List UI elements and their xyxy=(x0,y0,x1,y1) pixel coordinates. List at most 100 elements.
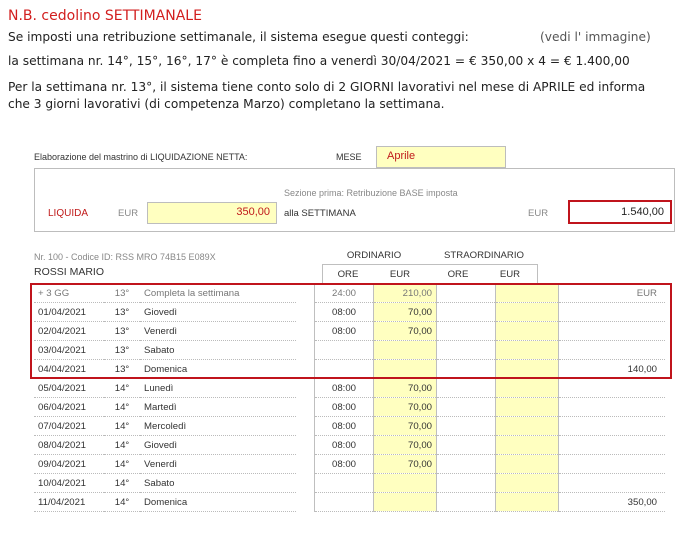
cell-eur[interactable]: 70,00 xyxy=(373,397,437,417)
cell-eur[interactable]: 70,00 xyxy=(373,416,437,436)
cell-tot xyxy=(558,473,665,493)
cell-spacer xyxy=(296,379,315,398)
cell-week: 14° xyxy=(104,435,140,455)
cell-spacer xyxy=(296,493,315,512)
cell-date: 07/04/2021 xyxy=(34,416,104,436)
note-line-1: Se imposti una retribuzione settimanale,… xyxy=(8,30,469,44)
cell-ore[interactable] xyxy=(314,492,374,512)
month-field[interactable]: Aprile xyxy=(376,146,506,168)
cell-ore[interactable]: 08:00 xyxy=(314,378,374,398)
eur-label: EUR xyxy=(118,208,139,219)
cell-date: 05/04/2021 xyxy=(34,378,104,398)
overtime-hours-header: ORE xyxy=(447,269,469,280)
cell-week: 14° xyxy=(104,416,140,436)
cell-spacer xyxy=(296,417,315,436)
cell-ore[interactable] xyxy=(314,473,374,493)
total-amount: 1.540,00 xyxy=(621,206,664,218)
cell-eur[interactable]: 70,00 xyxy=(373,435,437,455)
cell-sore[interactable] xyxy=(436,378,496,398)
cell-sore[interactable] xyxy=(436,416,496,436)
cell-sore[interactable] xyxy=(436,397,496,417)
cell-date: 10/04/2021 xyxy=(34,473,104,493)
table-row: 11/04/2021 14° Domenica 350,00 xyxy=(34,492,665,512)
week-13-highlight xyxy=(30,283,672,379)
note-line-3: Per la settimana nr. 13°, il sistema tie… xyxy=(8,80,646,94)
cell-eur[interactable] xyxy=(373,492,437,512)
cell-spacer xyxy=(296,455,315,474)
employee-name: ROSSI MARIO xyxy=(34,266,105,278)
cell-sore[interactable] xyxy=(436,435,496,455)
cell-eur[interactable]: 70,00 xyxy=(373,454,437,474)
base-amount: 350,00 xyxy=(236,206,270,218)
cell-week: 14° xyxy=(104,492,140,512)
cell-ore[interactable]: 08:00 xyxy=(314,454,374,474)
cell-week: 14° xyxy=(104,454,140,474)
section-label: Sezione prima: Retribuzione BASE imposta xyxy=(284,188,458,198)
cell-day: Sabato xyxy=(140,473,296,493)
month-value: Aprile xyxy=(387,150,416,162)
cell-tot xyxy=(558,454,665,474)
liquidation-panel: Elaborazione del mastrino di LIQUIDAZION… xyxy=(30,146,675,538)
see-image-link: (vedi l' immagine) xyxy=(540,30,651,44)
cell-seur[interactable] xyxy=(495,435,559,455)
ordinary-header: ORDINARIO xyxy=(346,250,402,261)
table-row: 07/04/2021 14° Mercoledì 08:00 70,00 xyxy=(34,416,665,436)
eur-header: EUR xyxy=(389,269,411,280)
note-title: N.B. cedolino SETTIMANALE xyxy=(8,8,202,24)
cell-sore[interactable] xyxy=(436,454,496,474)
cell-date: 11/04/2021 xyxy=(34,492,104,512)
cell-day: Lunedì xyxy=(140,378,296,398)
cell-day: Giovedì xyxy=(140,435,296,455)
cell-spacer xyxy=(296,474,315,493)
cell-tot xyxy=(558,378,665,398)
eur-label-2: EUR xyxy=(528,208,549,219)
table-row: 09/04/2021 14° Venerdì 08:00 70,00 xyxy=(34,454,665,474)
table-row: 05/04/2021 14° Lunedì 08:00 70,00 xyxy=(34,378,665,398)
table-row: 06/04/2021 14° Martedì 08:00 70,00 xyxy=(34,397,665,417)
cell-day: Venerdì xyxy=(140,454,296,474)
cell-tot xyxy=(558,397,665,417)
cell-day: Mercoledì xyxy=(140,416,296,436)
employee-code: Nr. 100 - Codice ID: RSS MRO 74B15 E089X xyxy=(34,252,216,262)
table-row: 08/04/2021 14° Giovedì 08:00 70,00 xyxy=(34,435,665,455)
cell-tot xyxy=(558,435,665,455)
cell-ore[interactable]: 08:00 xyxy=(314,416,374,436)
overtime-header: STRAORDINARIO xyxy=(444,250,524,261)
cell-ore[interactable]: 08:00 xyxy=(314,397,374,417)
note-line-4: che 3 giorni lavorativi (di competenza M… xyxy=(8,97,445,111)
liquida-label: LIQUIDA xyxy=(48,208,89,219)
cell-week: 14° xyxy=(104,397,140,417)
cell-seur[interactable] xyxy=(495,416,559,436)
cell-spacer xyxy=(296,436,315,455)
total-amount-highlight: 1.540,00 xyxy=(568,200,672,224)
cell-day: Martedì xyxy=(140,397,296,417)
cell-day: Domenica xyxy=(140,492,296,512)
cell-seur[interactable] xyxy=(495,473,559,493)
sub-header-box: ORE EUR ORE EUR xyxy=(322,264,538,283)
cell-tot xyxy=(558,416,665,436)
month-label: MESE xyxy=(336,152,362,162)
cell-seur[interactable] xyxy=(495,454,559,474)
note-line-2: la settimana nr. 14°, 15°, 16°, 17° è co… xyxy=(8,54,630,68)
cell-seur[interactable] xyxy=(495,378,559,398)
per-week-label: alla SETTIMANA xyxy=(284,208,356,219)
cell-week: 14° xyxy=(104,378,140,398)
cell-date: 09/04/2021 xyxy=(34,454,104,474)
cell-ore[interactable]: 08:00 xyxy=(314,435,374,455)
header-label: Elaborazione del mastrino di LIQUIDAZION… xyxy=(34,152,248,162)
cell-week: 14° xyxy=(104,473,140,493)
overtime-eur-header: EUR xyxy=(499,269,521,280)
cell-eur[interactable]: 70,00 xyxy=(373,378,437,398)
table-row: 10/04/2021 14° Sabato xyxy=(34,473,665,493)
hours-header: ORE xyxy=(337,269,359,280)
cell-eur[interactable] xyxy=(373,473,437,493)
cell-date: 06/04/2021 xyxy=(34,397,104,417)
base-amount-field[interactable]: 350,00 xyxy=(147,202,277,224)
cell-tot: 350,00 xyxy=(558,492,665,512)
cell-seur[interactable] xyxy=(495,397,559,417)
cell-seur[interactable] xyxy=(495,492,559,512)
cell-sore[interactable] xyxy=(436,473,496,493)
cell-spacer xyxy=(296,398,315,417)
cell-sore[interactable] xyxy=(436,492,496,512)
cell-date: 08/04/2021 xyxy=(34,435,104,455)
